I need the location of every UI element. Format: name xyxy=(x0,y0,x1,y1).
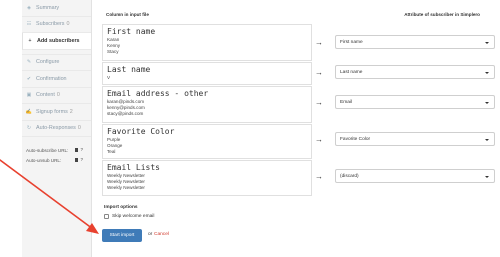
column-value: Weekly Newsletter xyxy=(107,185,145,191)
start-import-button[interactable]: Start import xyxy=(102,229,142,242)
copy-icon[interactable] xyxy=(74,148,79,152)
summary-icon: ◈ xyxy=(27,4,31,11)
skip-welcome-label: Skip welcome email xyxy=(112,214,155,219)
chevron-down-icon xyxy=(485,101,489,104)
auto-subscribe-label: Auto-subscribe URL: xyxy=(26,147,69,153)
sidebar-item-auto-responses[interactable]: ↻ Auto-Responses 0 xyxy=(22,121,91,137)
help-icon[interactable]: ? xyxy=(80,157,83,162)
content-icon: ▣ xyxy=(26,92,32,99)
sidebar-item-label: Subscribers xyxy=(36,21,65,28)
count-badge: 0 xyxy=(56,92,60,99)
count-badge: 0 xyxy=(66,21,70,28)
column-title: First name xyxy=(107,27,156,36)
input-column-box: First name Karan Kenny Stacy xyxy=(102,24,312,61)
auto-icon: ↻ xyxy=(26,125,32,132)
sidebar-item-subscribers[interactable]: ☷ Subscribers 0 xyxy=(22,17,91,33)
attribute-header: Attribute of subscriber in Simplero xyxy=(404,12,480,17)
auto-unsub-label: Auto-unsub URL: xyxy=(26,157,62,163)
sidebar-item-label: Add subscribers xyxy=(37,37,80,44)
chevron-down-icon xyxy=(485,138,489,141)
column-title: Email address - other xyxy=(107,89,209,98)
sidebar-item-configure[interactable]: ✎ Configure xyxy=(22,55,91,71)
copy-icon[interactable] xyxy=(74,158,79,162)
or-text: or xyxy=(148,232,153,237)
sidebar-item-label: Confirmation xyxy=(36,75,67,82)
sidebar-item-label: Content xyxy=(36,92,55,99)
sidebar-item-confirmation[interactable]: ✔ Confirmation xyxy=(22,71,91,88)
count-badge: 2 xyxy=(69,108,73,115)
import-mapping-panel: Column in input file Attribute of subscr… xyxy=(92,0,500,257)
sidebar-item-summary[interactable]: ◈ Summary xyxy=(22,0,91,17)
sidebar: ◈ Summary ☷ Subscribers 0 + Add subscrib… xyxy=(22,0,92,257)
column-title: Email Lists xyxy=(107,163,160,172)
sidebar-item-signup-forms[interactable]: ✍ Signup forms 2 xyxy=(22,104,91,121)
column-input-header: Column in input file xyxy=(106,12,149,17)
people-icon: ☷ xyxy=(26,21,32,28)
column-value: stacy@pinds.com xyxy=(107,111,144,117)
column-value: Teal xyxy=(107,149,116,155)
chevron-down-icon xyxy=(485,175,489,178)
selected-value: First name xyxy=(340,39,363,45)
auto-unsub-url-row: Auto-unsub URL: ? xyxy=(22,155,91,165)
attribute-select[interactable]: (discard) xyxy=(335,169,495,183)
import-options-title: Import options xyxy=(104,205,138,210)
attribute-select[interactable]: Email xyxy=(335,95,495,109)
arrow-right-icon: → xyxy=(315,68,323,77)
arrow-right-icon: → xyxy=(315,38,323,47)
selected-value: Last name xyxy=(340,69,363,75)
sidebar-item-label: Configure xyxy=(36,59,60,66)
wrench-icon: ✎ xyxy=(26,59,32,66)
column-value: V xyxy=(107,75,111,80)
sidebar-item-label: Auto-Responses xyxy=(36,125,76,132)
cancel-link[interactable]: Cancel xyxy=(154,232,169,237)
chevron-down-icon xyxy=(485,41,489,44)
sidebar-item-content[interactable]: ▣ Content 0 xyxy=(22,88,91,104)
selected-value: Email xyxy=(340,99,352,105)
selected-value: Favorite Color xyxy=(340,136,371,142)
chevron-down-icon xyxy=(485,71,489,74)
sidebar-item-label: Signup forms xyxy=(36,108,68,115)
arrow-right-icon: → xyxy=(315,172,323,181)
column-title: Last name xyxy=(107,65,151,74)
sidebar-item-label: Summary xyxy=(36,4,60,11)
plus-icon: + xyxy=(28,37,32,44)
input-column-box: Favorite Color Purple Orange Teal xyxy=(102,124,312,159)
attribute-select[interactable]: Last name xyxy=(335,65,495,79)
auto-subscribe-url-row: Auto-subscribe URL: ? xyxy=(22,145,91,155)
input-column-box: Last name V xyxy=(102,62,312,85)
skip-welcome-option: Skip welcome email xyxy=(104,214,154,219)
arrow-right-icon: → xyxy=(315,135,323,144)
input-column-box: Email Lists Weekly Newsletter Weekly New… xyxy=(102,160,312,196)
attribute-select[interactable]: Favorite Color xyxy=(335,132,495,146)
selected-value: (discard) xyxy=(340,173,359,179)
attribute-select[interactable]: First name xyxy=(335,35,495,49)
check-icon: ✔ xyxy=(26,75,32,82)
arrow-right-icon: → xyxy=(315,98,323,107)
help-icon[interactable]: ? xyxy=(80,147,83,152)
input-column-box: Email address - other karan@pinds.com ke… xyxy=(102,86,312,123)
form-icon: ✍ xyxy=(25,108,33,115)
skip-welcome-checkbox[interactable] xyxy=(104,214,109,219)
sidebar-item-add-subscribers[interactable]: + Add subscribers xyxy=(22,33,91,50)
column-title: Favorite Color xyxy=(107,127,175,136)
count-badge: 0 xyxy=(77,125,81,132)
column-value: Stacy xyxy=(107,49,119,55)
